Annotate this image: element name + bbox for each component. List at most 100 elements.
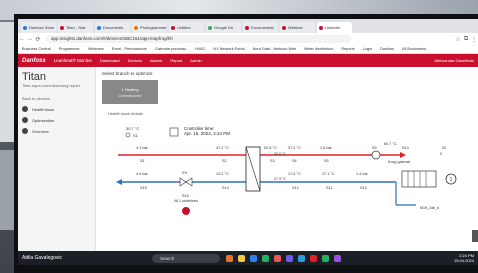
- url-input[interactable]: app.insights.danfoss.com/#/devices/SBC15…: [46, 35, 351, 43]
- app3-icon[interactable]: [334, 254, 341, 262]
- tab-favicon-icon: [97, 25, 101, 30]
- controller-icon: [169, 127, 179, 137]
- forward-icon[interactable]: →: [26, 36, 34, 42]
- temp-extra: 30.0 °C: [274, 152, 286, 156]
- pump-icon: [371, 150, 381, 160]
- menu-alarms[interactable]: Alarms: [150, 58, 162, 63]
- browser-tab[interactable]: Danfoss Store: [21, 22, 56, 33]
- chrome-icon[interactable]: [274, 254, 281, 262]
- menu-devices[interactable]: Devices: [128, 58, 142, 63]
- bookmark-item[interactable]: HVAC: [195, 47, 205, 51]
- bookmark-item[interactable]: Nord Gate - Network Web: [253, 47, 297, 51]
- sensor-value: 4.4 bar: [136, 172, 149, 176]
- sensor-id: S10: [360, 186, 367, 190]
- screen: Danfoss Store Titan - Star Documents Photog…: [18, 19, 478, 265]
- clock-date: 15.04.2024: [453, 258, 474, 263]
- browser-tab[interactable]: Documentati: [243, 22, 278, 33]
- star-icon[interactable]: ☆: [454, 36, 462, 43]
- acrobat-icon[interactable]: [310, 254, 317, 262]
- app-header: Danfoss Leanheat® Monitor Dashboard Devi…: [18, 54, 478, 67]
- sensor-value: 14.2 °C: [216, 172, 229, 176]
- background-device: [472, 230, 478, 242]
- sensor-value: 17.1 °C: [322, 172, 335, 176]
- tab-label: Webinar: [288, 25, 303, 30]
- sidebar-item-optimization[interactable]: Optimization: [22, 117, 91, 123]
- excel-icon[interactable]: [262, 254, 269, 262]
- user-name[interactable]: Aleksandar Gavelinski: [434, 58, 474, 63]
- taskbar-clock[interactable]: 2:24 PM 15.04.2024: [454, 253, 474, 263]
- branch-card-title: 1 Heating: [121, 87, 138, 92]
- sensor-value: 60.7 °C: [384, 142, 397, 146]
- pump-label: S9: [372, 146, 377, 150]
- back-link[interactable]: Back to devices: [22, 96, 91, 101]
- edge-icon[interactable]: [298, 254, 305, 262]
- bookmark-item[interactable]: Business Central: [22, 47, 51, 51]
- sidebar-item-label: Optimization: [32, 117, 55, 123]
- heatfit-details-link[interactable]: Heatfit block details: [108, 111, 143, 116]
- valve-icon-right: [185, 177, 193, 187]
- app2-icon[interactable]: [322, 254, 329, 262]
- taskbar-search[interactable]: Search: [152, 253, 220, 263]
- browser-tab[interactable]: LinkedIn: [317, 22, 352, 33]
- sidebar: Titan Titan aqua commissioning report Ba…: [18, 67, 96, 265]
- browser-tab[interactable]: Webinar: [280, 22, 315, 33]
- return-arrow-icon: [116, 179, 122, 185]
- folder-icon[interactable]: [238, 254, 245, 262]
- controller-time: Apr. 15, 2024, 2:24 PM: [184, 131, 230, 136]
- sensor-id: S2: [222, 159, 227, 163]
- browser-tab[interactable]: Untitled: [169, 22, 204, 33]
- menu-report[interactable]: Report: [170, 58, 182, 63]
- valve-icon: [179, 177, 187, 187]
- tab-label: Documentati: [251, 25, 274, 30]
- sensor-value: 47.2 °C: [216, 146, 229, 150]
- valve-status-icon[interactable]: [182, 207, 190, 215]
- bookmark-item[interactable]: Excel - Prenotazione: [112, 47, 147, 51]
- bookmark-item[interactable]: Meter distribution: [304, 47, 333, 51]
- sidebar-item-overview[interactable]: Overview: [22, 128, 91, 134]
- sensor-value: 17.6 °C: [288, 172, 301, 176]
- overview-icon: [22, 128, 28, 134]
- browser-tab[interactable]: Google Dri: [206, 22, 241, 33]
- valve-label: S16: [182, 194, 189, 198]
- branch-card[interactable]: [102, 80, 158, 104]
- temp-extra: 27.9 °C: [274, 177, 286, 181]
- sensor-value: 1.4 bar: [356, 172, 369, 176]
- bookmark-item[interactable]: All Bookmarks: [402, 47, 426, 51]
- bookmark-item[interactable]: Programmer: [59, 47, 80, 51]
- bookmarks-bar: Business Central Programmer Webinars Excel …: [18, 45, 478, 54]
- browser-tab[interactable]: Photogrammet: [132, 22, 167, 33]
- taskbar: Attila Gavalegovic Search 2:24 PM 15.04.…: [18, 251, 478, 265]
- bookmark-item[interactable]: Webinars: [88, 47, 104, 51]
- bookmark-item[interactable]: Reporte: [341, 47, 355, 51]
- outdoor-temp: 30.7 °C: [126, 126, 139, 131]
- bookmark-item[interactable]: Danfoss: [380, 47, 394, 51]
- monitor-bezel: Danfoss Store Titan - Star Documents Photog…: [14, 14, 478, 273]
- sensor-id: S4: [292, 159, 297, 163]
- device-subtitle: Titan aqua commissioning report: [22, 83, 80, 88]
- sensor-value: 1.5 bar: [320, 146, 333, 150]
- app-icon[interactable]: [226, 254, 233, 262]
- menu-admin[interactable]: Admin: [190, 58, 201, 63]
- back-icon[interactable]: ←: [18, 36, 26, 42]
- bookmark-item[interactable]: NY Network Portal: [213, 47, 244, 51]
- sidebar-item-heatfit[interactable]: Heatfit block: [22, 106, 91, 112]
- menu-dashboard[interactable]: Dashboard: [100, 58, 120, 63]
- bookmark-item[interactable]: Calendar prenotaz.: [155, 47, 187, 51]
- mail-icon[interactable]: [250, 254, 257, 262]
- sensor-value: 52.5 °C: [264, 146, 277, 150]
- menu-icon[interactable]: ⋮: [470, 36, 478, 43]
- tab-favicon-icon: [171, 25, 175, 30]
- app-title: Leanheat® Monitor: [53, 58, 93, 63]
- extensions-icon[interactable]: ⧉: [462, 36, 470, 43]
- browser-tab[interactable]: Titan - Star: [58, 22, 93, 33]
- taskbar-icons: [226, 254, 341, 262]
- sensor-value: 4.1 bar: [136, 146, 149, 150]
- sensor-id: S3: [270, 159, 275, 163]
- tab-label: Danfoss Store: [29, 25, 55, 30]
- sensor-id: S1: [140, 159, 145, 163]
- reload-icon[interactable]: ⟳: [34, 36, 42, 43]
- teams-icon[interactable]: [286, 254, 293, 262]
- browser-tab[interactable]: Documents: [95, 22, 130, 33]
- bookmark-item[interactable]: Login: [363, 47, 372, 51]
- tab-favicon-icon: [208, 25, 212, 30]
